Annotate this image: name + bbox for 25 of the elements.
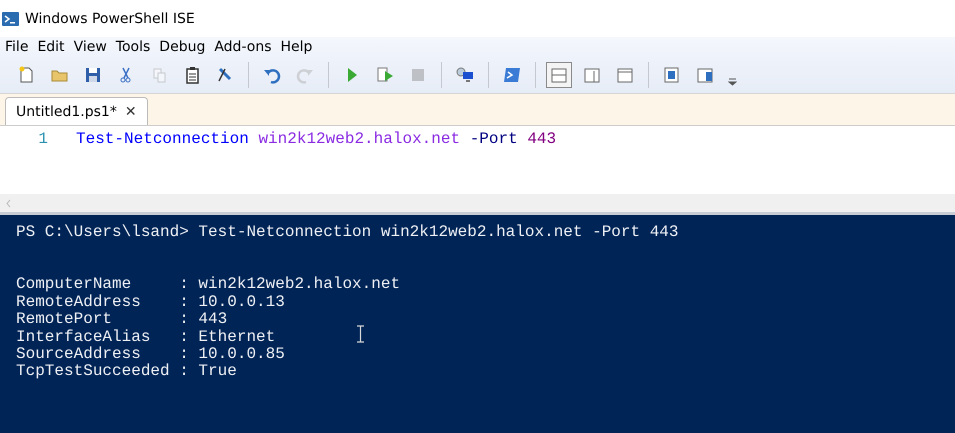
text-cursor-icon: [356, 325, 365, 343]
computer-icon: [455, 65, 475, 85]
save-icon: [83, 65, 103, 85]
code-line: Test-Netconnection win2k12web2.halox.net -Port 443: [76, 130, 556, 148]
menu-item[interactable]: Add-ons: [211, 39, 278, 55]
console-output-line: RemoteAddress : 10.0.0.13: [16, 294, 285, 312]
console-output-line: InterfaceAlias : Ethernet: [16, 328, 276, 346]
powershell-icon: [502, 65, 522, 85]
menu-item[interactable]: Edit: [34, 39, 71, 55]
overflow-icon[interactable]: [728, 78, 737, 86]
console-prompt: PS C:\Users\lsand> Test-Netconnection win2k12web2.halox.net -Port 443: [16, 224, 679, 242]
console-output-line: RemotePort : 443: [16, 311, 228, 329]
line-number: 1: [37, 130, 49, 148]
console-output-line: TcpTestSucceeded : True: [16, 363, 237, 381]
console-output-line: SourceAddress : 10.0.0.85: [16, 346, 285, 364]
file-tab[interactable]: Untitled1.ps1* ✕: [5, 97, 148, 125]
window-title: Windows PowerShell ISE: [25, 10, 195, 26]
menu-item[interactable]: Help: [278, 39, 318, 55]
console-output-line: ComputerName : win2k12web2.halox.net: [16, 276, 400, 294]
close-tab-button[interactable]: ✕: [124, 104, 137, 120]
pane-top-button[interactable]: [546, 62, 572, 88]
menu-item[interactable]: Tools: [112, 39, 156, 55]
menu-item[interactable]: View: [70, 39, 113, 55]
menu-item[interactable]: Debug: [156, 39, 212, 55]
menu-item[interactable]: File: [2, 39, 34, 55]
